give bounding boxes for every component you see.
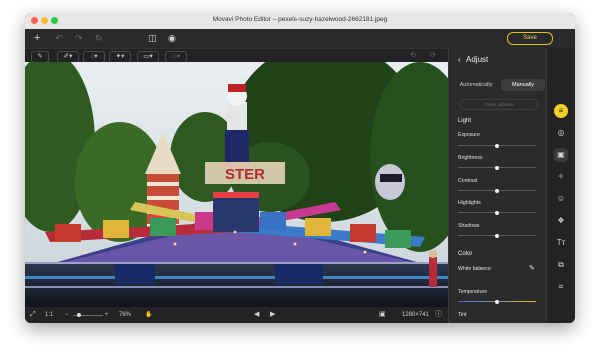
reset-defaults-button[interactable]: Reset defaults (460, 99, 538, 110)
tools-toolbar: ✎ ✐▾ ◌▾ ✦▾ ▭▾ ◇▾ ⟲ ⟳ (25, 48, 448, 63)
photo-canvas[interactable]: STER (25, 62, 448, 307)
zoom-in-icon[interactable]: + (105, 311, 109, 319)
brightness-label: Brightness (458, 155, 483, 161)
face-icon[interactable]: ☺ (554, 192, 568, 206)
tint-label: Tint (458, 312, 467, 318)
tool-rail: ≡ ◎ ▣ ✧ ☺ ❖ Tт ⧉ ⌗ (546, 48, 575, 323)
light-section-title: Light (458, 118, 472, 124)
exposure-label: Exposure (458, 132, 480, 138)
crop-icon[interactable]: ⌗ (554, 280, 568, 294)
temperature-slider-handle[interactable] (495, 299, 499, 304)
preview-eye-icon[interactable]: ◉ (168, 29, 176, 48)
rotate-left-icon[interactable]: ⟲ (410, 49, 416, 63)
undo-icon[interactable]: ↶ (55, 29, 63, 48)
contrast-label: Contrast (458, 178, 478, 184)
add-icon[interactable]: + (34, 29, 40, 48)
info-icon[interactable]: ⓘ (435, 311, 442, 319)
carnival-photo: STER (25, 62, 448, 307)
layers-icon[interactable]: ⧉ (554, 258, 568, 272)
rotate-right-icon[interactable]: ⟳ (430, 49, 436, 63)
filters-icon[interactable]: ◎ (554, 126, 568, 140)
image-dimensions: 1280×741 (402, 312, 429, 318)
color-section-title: Color (458, 251, 473, 257)
status-bar: ⤢ 1:1 − + 76% ✋ ◀ ▶ ▣ 1280×741 ⓘ (25, 307, 448, 323)
main-toolbar: + ↶ ↷ ↻ ◫ ◉ Save (25, 29, 575, 48)
tab-automatically[interactable]: Automatically (454, 79, 498, 91)
crop-frame-icon[interactable]: ▣ (554, 148, 568, 162)
brightness-slider-handle[interactable] (495, 165, 499, 170)
window-title: Movavi Photo Editor – pexels-suzy-hazelw… (212, 16, 388, 23)
zoom-level: 76% (119, 312, 132, 318)
highlights-slider-handle[interactable] (495, 210, 499, 215)
adjust-panel: ‹ Adjust Automatically Manually Reset de… (448, 48, 552, 323)
back-chevron-icon[interactable]: ‹ (458, 55, 461, 64)
next-image-icon[interactable]: ▶ (270, 311, 275, 319)
hand-icon[interactable]: ✋ (145, 311, 152, 319)
effects-icon[interactable]: ❖ (554, 214, 568, 228)
shadows-slider-handle[interactable] (495, 233, 499, 238)
highlights-label: Highlights (458, 200, 481, 206)
white-balance-label: White balance (458, 266, 491, 272)
save-button[interactable]: Save (507, 32, 553, 45)
tab-manually[interactable]: Manually (501, 79, 545, 91)
image-icon[interactable]: ▣ (379, 311, 386, 319)
adjust-icon[interactable]: ≡ (554, 104, 568, 118)
app-window: Movavi Photo Editor – pexels-suzy-hazelw… (25, 13, 575, 323)
shadows-label: Shadows (458, 223, 480, 229)
actual-size-ratio[interactable]: 1:1 (45, 311, 53, 319)
title-bar: Movavi Photo Editor – pexels-suzy-hazelw… (25, 13, 575, 30)
contrast-slider-handle[interactable] (495, 188, 499, 193)
exposure-slider-handle[interactable] (495, 143, 499, 148)
fit-screen-icon[interactable]: ⤢ (30, 311, 36, 319)
previous-image-icon[interactable]: ◀ (254, 311, 259, 319)
svg-text:STER: STER (225, 166, 265, 183)
zoom-slider-handle[interactable] (77, 313, 81, 317)
eyedropper-icon[interactable]: ✎ (529, 264, 535, 272)
panel-title: Adjust (466, 55, 489, 64)
compare-icon[interactable]: ◫ (148, 29, 157, 48)
retouch-icon[interactable]: ✧ (554, 170, 568, 184)
reset-icon[interactable]: ↻ (95, 29, 103, 48)
redo-icon[interactable]: ↷ (75, 29, 83, 48)
zoom-out-icon[interactable]: − (65, 311, 69, 319)
temperature-label: Temperature (458, 289, 488, 295)
text-icon[interactable]: Tт (554, 236, 568, 250)
